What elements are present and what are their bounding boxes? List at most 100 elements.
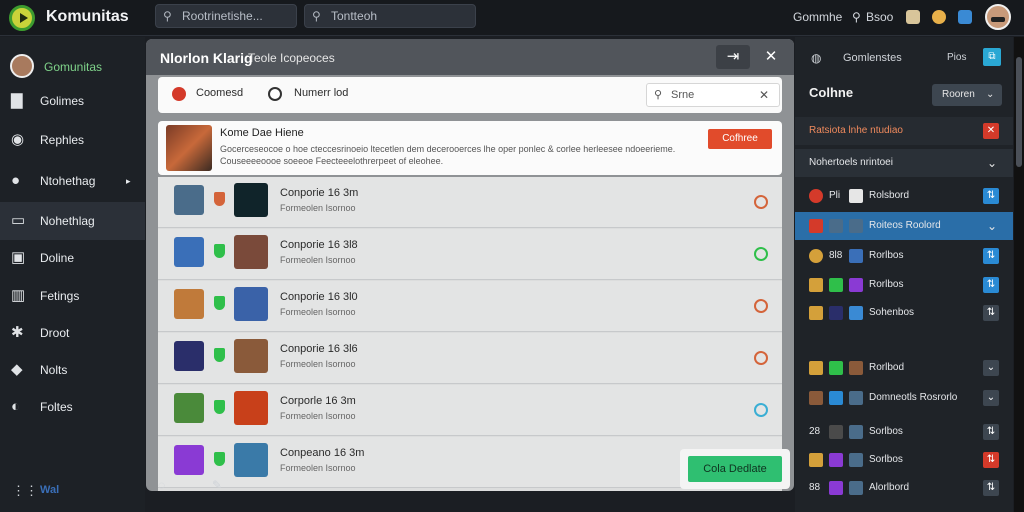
status-ring-icon[interactable] (754, 299, 768, 313)
item-action-icon[interactable]: ⌄ (983, 390, 999, 406)
app-logo-icon[interactable] (9, 5, 35, 31)
sidebar-item-droot[interactable]: ✱ Droot (0, 314, 145, 352)
search-icon: ⚲ (654, 89, 663, 101)
window-icon: ▭ (11, 212, 26, 229)
item-action-icon[interactable]: ⇅ (983, 188, 999, 204)
status-icon (809, 391, 823, 405)
scrollbar[interactable] (1014, 37, 1024, 512)
status-ring-icon[interactable] (754, 247, 768, 261)
sidebar: Gomunitas ▇ Golimes ◉ Rephles ● Ntohethag ▸… (0, 37, 145, 512)
list-item[interactable]: Conporie 16 3l0 Formeolen Isornoo (158, 281, 782, 332)
section-header[interactable]: Nohertoels nrintoei ⌄ (795, 149, 1013, 177)
top-link-secondary[interactable]: Bsoo (866, 10, 893, 24)
item-action-icon[interactable]: ⇅ (983, 305, 999, 321)
featured-image (166, 125, 212, 171)
document-icon: ▇ (11, 92, 23, 109)
sidebar-item-doline[interactable]: ▣ Doline (0, 239, 145, 277)
item-title: Corporle 16 3m (280, 395, 356, 407)
check-icon (829, 361, 843, 375)
right-item-label: Rolsbord (869, 190, 910, 201)
puzzle-icon[interactable] (958, 10, 972, 24)
right-list-item[interactable]: 28 Sorlbos ⇅ (795, 418, 1013, 446)
right-item-label: Rorlbos (869, 279, 904, 290)
gear-icon: ✱ (11, 324, 24, 341)
scrollbar-thumb[interactable] (1016, 57, 1022, 167)
item-action-icon[interactable]: ⇅ (983, 248, 999, 264)
item-action-icon[interactable]: ⇅ (983, 424, 999, 440)
item-action-icon[interactable]: ⇅ (983, 452, 999, 468)
close-button[interactable]: ✕ (754, 45, 788, 69)
filter-chip-number[interactable]: Numerr lod (294, 87, 348, 99)
chevron-down-icon: ⌄ (986, 89, 995, 100)
status-ring-icon[interactable] (754, 403, 768, 417)
right-list-item-selected[interactable]: Roiteos Roolord ⌄ (795, 212, 1013, 240)
top-search-icon[interactable]: ⚲ (852, 10, 861, 24)
person-icon: ● (11, 172, 21, 189)
right-list-item[interactable]: Sorlbos ⇅ (795, 446, 1013, 474)
sidebar-item-golimes[interactable]: ▇ Golimes (0, 82, 145, 120)
item-thumbnail (174, 341, 204, 371)
filter-select[interactable]: Rooren ⌄ (932, 84, 1002, 106)
list-item[interactable]: Conporie 16 3m Formeolen Isornoo (158, 177, 782, 228)
item-action-icon[interactable]: ⇅ (983, 480, 999, 496)
featured-item[interactable]: Kome Dae Hiene Gocerceseocoe o hoe ctecc… (158, 121, 782, 175)
grid-icon[interactable]: ⋮⋮ (12, 483, 38, 499)
right-item-label: Rorlbod (869, 362, 905, 373)
featured-description: Gocerceseocoe o hoe cteccesrinoeio ltece… (220, 144, 676, 166)
dialog-search-input[interactable]: ⚲ Srne ✕ (646, 83, 780, 107)
notification-icon[interactable] (906, 10, 920, 24)
sidebar-item-rephles[interactable]: ◉ Rephles (0, 121, 145, 159)
sidebar-item-nohethlag[interactable]: ▭ Nohethlag (0, 202, 145, 240)
item-image (234, 287, 268, 321)
list-item[interactable]: Corporle 16 3m Formeolen Isornoo (158, 385, 782, 436)
filter-chip-commend[interactable]: Coomesd (196, 87, 243, 99)
right-item-label: Sohenbos (869, 307, 915, 318)
right-list-item[interactable]: Rorlbod ⌄ (795, 354, 1013, 382)
promo-banner-text: Ratsiota lnhe ntudiao (809, 125, 903, 136)
sidebar-item-foltes[interactable]: ◐ Foltes (0, 388, 145, 426)
sidebar-item-nolts[interactable]: ◆ Nolts (0, 351, 145, 389)
sidebar-item-label: Foltes (40, 400, 73, 414)
featured-action-button[interactable]: Cofhree (708, 129, 772, 149)
right-item-label: Rorlbos (869, 250, 904, 261)
right-list-item[interactable]: Domneotls Rosrorlo ⌄ (795, 384, 1013, 412)
pin-button[interactable]: ⇥ (716, 45, 750, 69)
status-ring-icon[interactable] (754, 351, 768, 365)
chevron-down-icon: ⌄ (987, 156, 998, 170)
status-icon (809, 249, 823, 263)
item-icon (849, 219, 863, 233)
shield-icon (214, 452, 225, 466)
item-prefix: 8l8 (829, 250, 843, 261)
cta-button[interactable]: Cola Dedlate (688, 456, 782, 482)
right-panel-label: Gomlenstes (843, 52, 902, 64)
sidebar-item-ntohethag[interactable]: ● Ntohethag ▸ (0, 162, 145, 200)
item-icon (849, 425, 863, 439)
search-input-secondary[interactable]: ⚲ Tontteoh (304, 4, 476, 28)
sidebar-item-fetings[interactable]: ▥ Fetings (0, 277, 145, 315)
right-list-item[interactable]: Pli Rolsbord ⇅ (795, 182, 1013, 210)
dialog-header: Nlorlon Klarig Teole Icopeoces ⇥ ✕ (146, 39, 794, 75)
promo-banner[interactable]: Ratsiota lnhe ntudiao ✕ (795, 117, 1013, 145)
item-action-icon[interactable]: ⇅ (983, 277, 999, 293)
sidebar-item-label: Nohethlag (40, 214, 95, 228)
dialog-subtitle: Teole Icopeoces (248, 51, 335, 65)
right-list-item[interactable]: 88 Alorlbord ⇅ (795, 474, 1013, 502)
item-subtitle: Formeolen Isornoo (280, 255, 356, 265)
list-item[interactable]: Conporie 16 3l8 Formeolen Isornoo (158, 229, 782, 280)
avatar-icon[interactable] (932, 10, 946, 24)
status-ring-icon[interactable] (754, 195, 768, 209)
user-avatar[interactable] (985, 4, 1011, 30)
banner-action-icon[interactable]: ✕ (983, 123, 999, 139)
chat-icon[interactable]: ◌ (158, 478, 165, 492)
search-input-primary[interactable]: ⚲ Rootrinetishe... (155, 4, 297, 28)
right-list-item[interactable]: 8l8 Rorlbos ⇅ (795, 242, 1013, 270)
item-action-icon[interactable]: ⌄ (983, 360, 999, 376)
add-button[interactable]: ⧉ (983, 48, 1001, 66)
right-list-item[interactable]: Sohenbos ⇅ (795, 299, 1013, 327)
clear-icon[interactable]: ✕ (759, 84, 769, 106)
shield-icon (214, 348, 225, 362)
edit-icon[interactable]: ✎ (212, 478, 222, 492)
list-item[interactable]: Conporie 16 3l6 Formeolen Isornoo (158, 333, 782, 384)
top-link[interactable]: Gommhe (793, 10, 842, 24)
right-list-item[interactable]: Rorlbos ⇅ (795, 271, 1013, 299)
